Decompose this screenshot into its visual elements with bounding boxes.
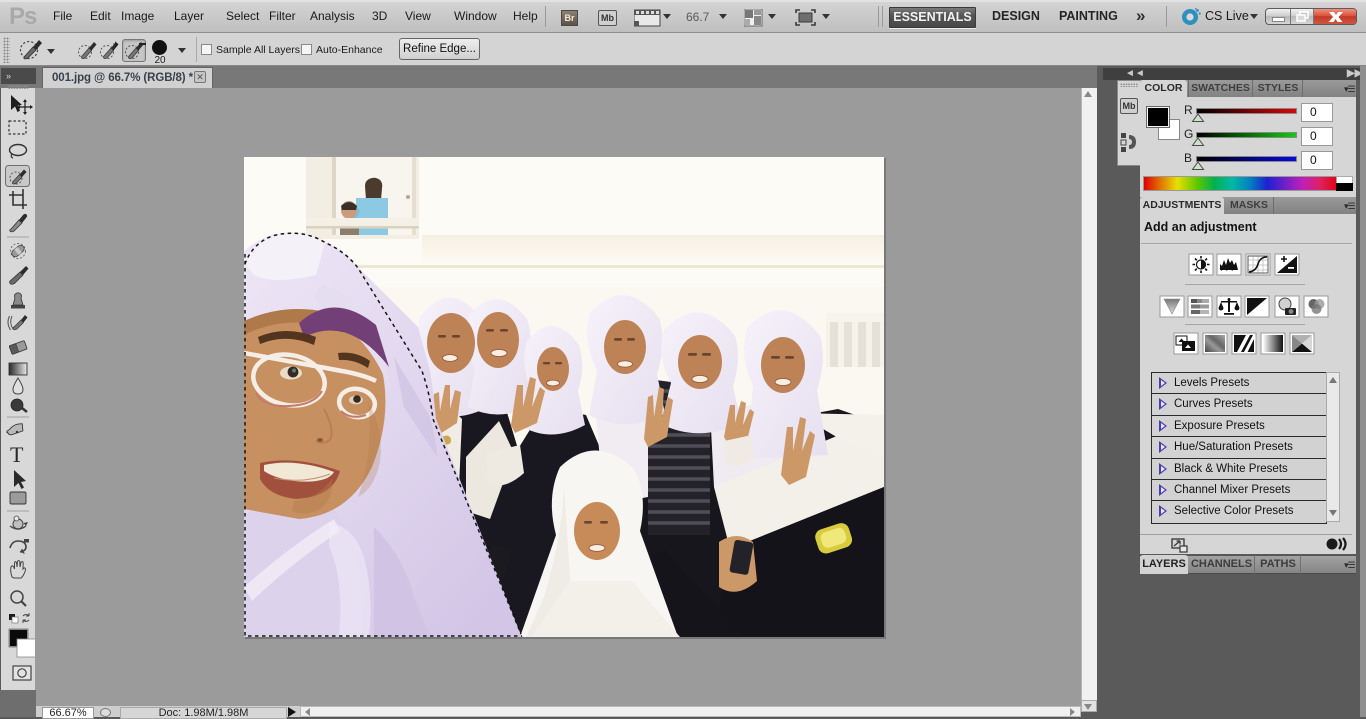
svg-text:T: T — [10, 442, 24, 467]
svg-text:+: + — [113, 39, 118, 49]
